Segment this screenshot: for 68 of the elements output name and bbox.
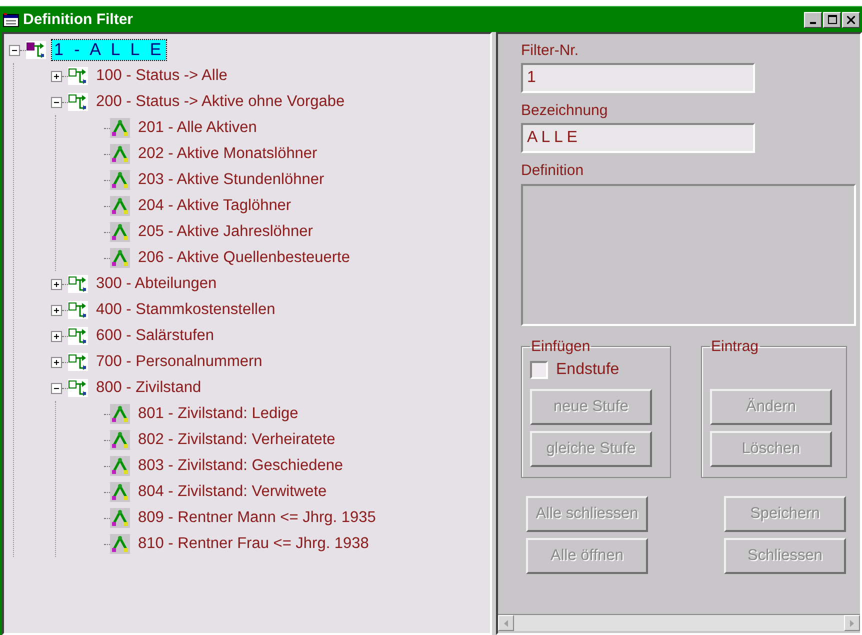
tree-item[interactable]: 804 - Zivilstand: Verwitwete	[136, 483, 329, 501]
input-field[interactable]: 1	[521, 63, 755, 93]
group-title: Eintrag	[710, 338, 760, 355]
hierarchy-icon	[68, 379, 88, 397]
maximize-icon	[828, 15, 836, 24]
branch-icon	[110, 222, 130, 242]
branch-icon	[110, 170, 130, 190]
hierarchy-icon	[68, 275, 88, 293]
scroll-left-icon[interactable]	[498, 615, 514, 631]
tree-item[interactable]: 100 - Status -> Alle	[94, 67, 230, 85]
tree-item[interactable]: 801 - Zivilstand: Ledige	[136, 405, 300, 423]
minimize-icon	[810, 22, 816, 24]
close-button[interactable]	[842, 12, 860, 28]
tree-item[interactable]: 204 - Aktive Taglöhner	[136, 197, 294, 215]
expand-icon[interactable]	[50, 70, 62, 82]
expand-icon[interactable]	[50, 304, 62, 316]
close-icon	[847, 16, 855, 24]
branch-icon	[110, 404, 130, 424]
expand-icon[interactable]	[50, 356, 62, 368]
expand-icon[interactable]	[50, 330, 62, 342]
tree-item[interactable]: 200 - Status -> Aktive ohne Vorgabe	[94, 93, 347, 111]
field-label: Bezeichnung	[521, 102, 609, 121]
hierarchy-icon	[68, 327, 88, 345]
branch-icon	[110, 482, 130, 502]
group-title: Einfügen	[530, 338, 592, 355]
tree-item[interactable]: 201 - Alle Aktiven	[136, 119, 259, 137]
checkbox[interactable]	[530, 361, 548, 379]
hierarchy-icon	[68, 301, 88, 319]
collapse-icon[interactable]	[50, 96, 62, 108]
tree-item[interactable]: 203 - Aktive Stundenlöhner	[136, 171, 326, 189]
expand-icon[interactable]	[50, 278, 62, 290]
branch-icon	[110, 144, 130, 164]
tree-item[interactable]: 800 - Zivilstand	[94, 379, 204, 397]
branch-icon	[110, 430, 130, 450]
window-title: Definition Filter	[23, 11, 133, 28]
field-label: Filter-Nr.	[521, 42, 580, 61]
tree-item[interactable]: 600 - Salärstufen	[94, 327, 216, 345]
tree-item[interactable]: 809 - Rentner Mann <= Jhrg. 1935	[136, 509, 378, 527]
window-icon	[3, 12, 19, 26]
collapse-icon[interactable]	[50, 382, 62, 394]
hierarchy-icon	[68, 67, 88, 85]
collapse-icon[interactable]	[8, 44, 20, 56]
minimize-button[interactable]	[804, 12, 822, 28]
hierarchy-icon	[68, 353, 88, 371]
tree-item[interactable]: 202 - Aktive Monatslöhner	[136, 145, 320, 163]
tree-item[interactable]: 810 - Rentner Frau <= Jhrg. 1938	[136, 535, 371, 553]
branch-icon	[110, 118, 130, 138]
horizontal-scrollbar[interactable]	[498, 614, 860, 631]
tree-item[interactable]: 803 - Zivilstand: Geschiedene	[136, 457, 346, 475]
tree-item[interactable]: 206 - Aktive Quellenbesteuerte	[136, 249, 352, 267]
branch-icon	[110, 534, 130, 554]
tree-item[interactable]: 802 - Zivilstand: Verheiratete	[136, 431, 338, 449]
maximize-button[interactable]	[823, 12, 841, 28]
input-field[interactable]: A L L E	[521, 123, 755, 153]
hierarchy-icon	[68, 93, 88, 111]
checkbox-label: Endstufe	[556, 361, 620, 379]
tree-item[interactable]: 400 - Stammkostenstellen	[94, 301, 278, 319]
branch-icon	[110, 196, 130, 216]
branch-icon	[110, 456, 130, 476]
tree-item[interactable]: 700 - Personalnummern	[94, 353, 264, 371]
field-label: Definition	[521, 162, 585, 181]
hierarchy-icon	[26, 41, 46, 59]
tree-item[interactable]: 300 - Abteilungen	[94, 275, 219, 293]
branch-icon	[110, 508, 130, 528]
tree-item[interactable]: 1 - A L L E	[52, 40, 166, 60]
branch-icon	[110, 248, 130, 268]
tree-item[interactable]: 205 - Aktive Jahreslöhner	[136, 223, 315, 241]
scroll-right-icon[interactable]	[844, 615, 860, 631]
